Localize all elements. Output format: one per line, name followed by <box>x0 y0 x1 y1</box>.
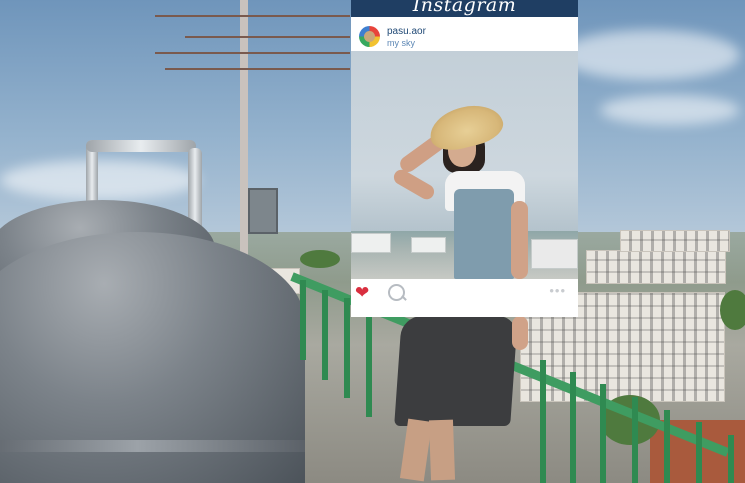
woman-overalls <box>454 189 514 279</box>
antenna-rod <box>155 52 350 54</box>
username[interactable]: pasu.aor <box>387 26 426 37</box>
railing-bar <box>600 384 606 483</box>
antenna-panel <box>248 188 278 234</box>
photo-building <box>351 233 391 253</box>
railing-bar <box>664 410 670 483</box>
railing-bar <box>300 280 306 360</box>
more-dots-icon[interactable]: ••• <box>549 283 566 298</box>
heart-icon[interactable]: ❤ <box>355 282 369 304</box>
railing-bar <box>540 360 546 483</box>
woman-arm <box>391 167 437 202</box>
tree <box>300 250 340 268</box>
railing-bar <box>322 290 328 380</box>
instagram-post-frame: Instagram pasu.aor my sky ❤ ••• <box>351 0 578 317</box>
antenna-rod <box>185 36 350 38</box>
photo-building <box>411 237 446 253</box>
avatar[interactable] <box>359 26 380 47</box>
instagram-header-bar: Instagram <box>351 0 578 17</box>
pipe <box>86 140 196 152</box>
post-profile-row[interactable]: pasu.aor my sky <box>351 17 578 51</box>
railing-bar <box>366 307 372 417</box>
woman-skirt <box>394 316 518 426</box>
tree <box>720 290 745 330</box>
straw-hat <box>425 98 507 156</box>
railing-bar <box>728 435 734 483</box>
railing-bar <box>696 422 702 483</box>
post-photo[interactable] <box>351 51 578 279</box>
antenna-rod <box>155 15 350 17</box>
comment-bubble-icon[interactable] <box>388 284 405 301</box>
cloud <box>600 95 740 125</box>
woman-arm <box>511 201 528 279</box>
cloud <box>560 30 740 80</box>
building <box>620 230 730 252</box>
post-actions-bar: ❤ ••• <box>351 279 578 317</box>
woman-leg <box>428 419 456 481</box>
woman-arm <box>512 316 528 350</box>
antenna-rod <box>165 68 350 70</box>
railing-bar <box>570 372 576 483</box>
railing-bar <box>344 298 350 398</box>
instagram-logo: Instagram <box>412 0 517 16</box>
railing-bar <box>632 397 638 483</box>
photo-building <box>531 239 578 269</box>
cloud <box>0 160 200 200</box>
tank-band <box>0 440 305 452</box>
post-caption: my sky <box>387 38 415 48</box>
building <box>586 250 726 284</box>
